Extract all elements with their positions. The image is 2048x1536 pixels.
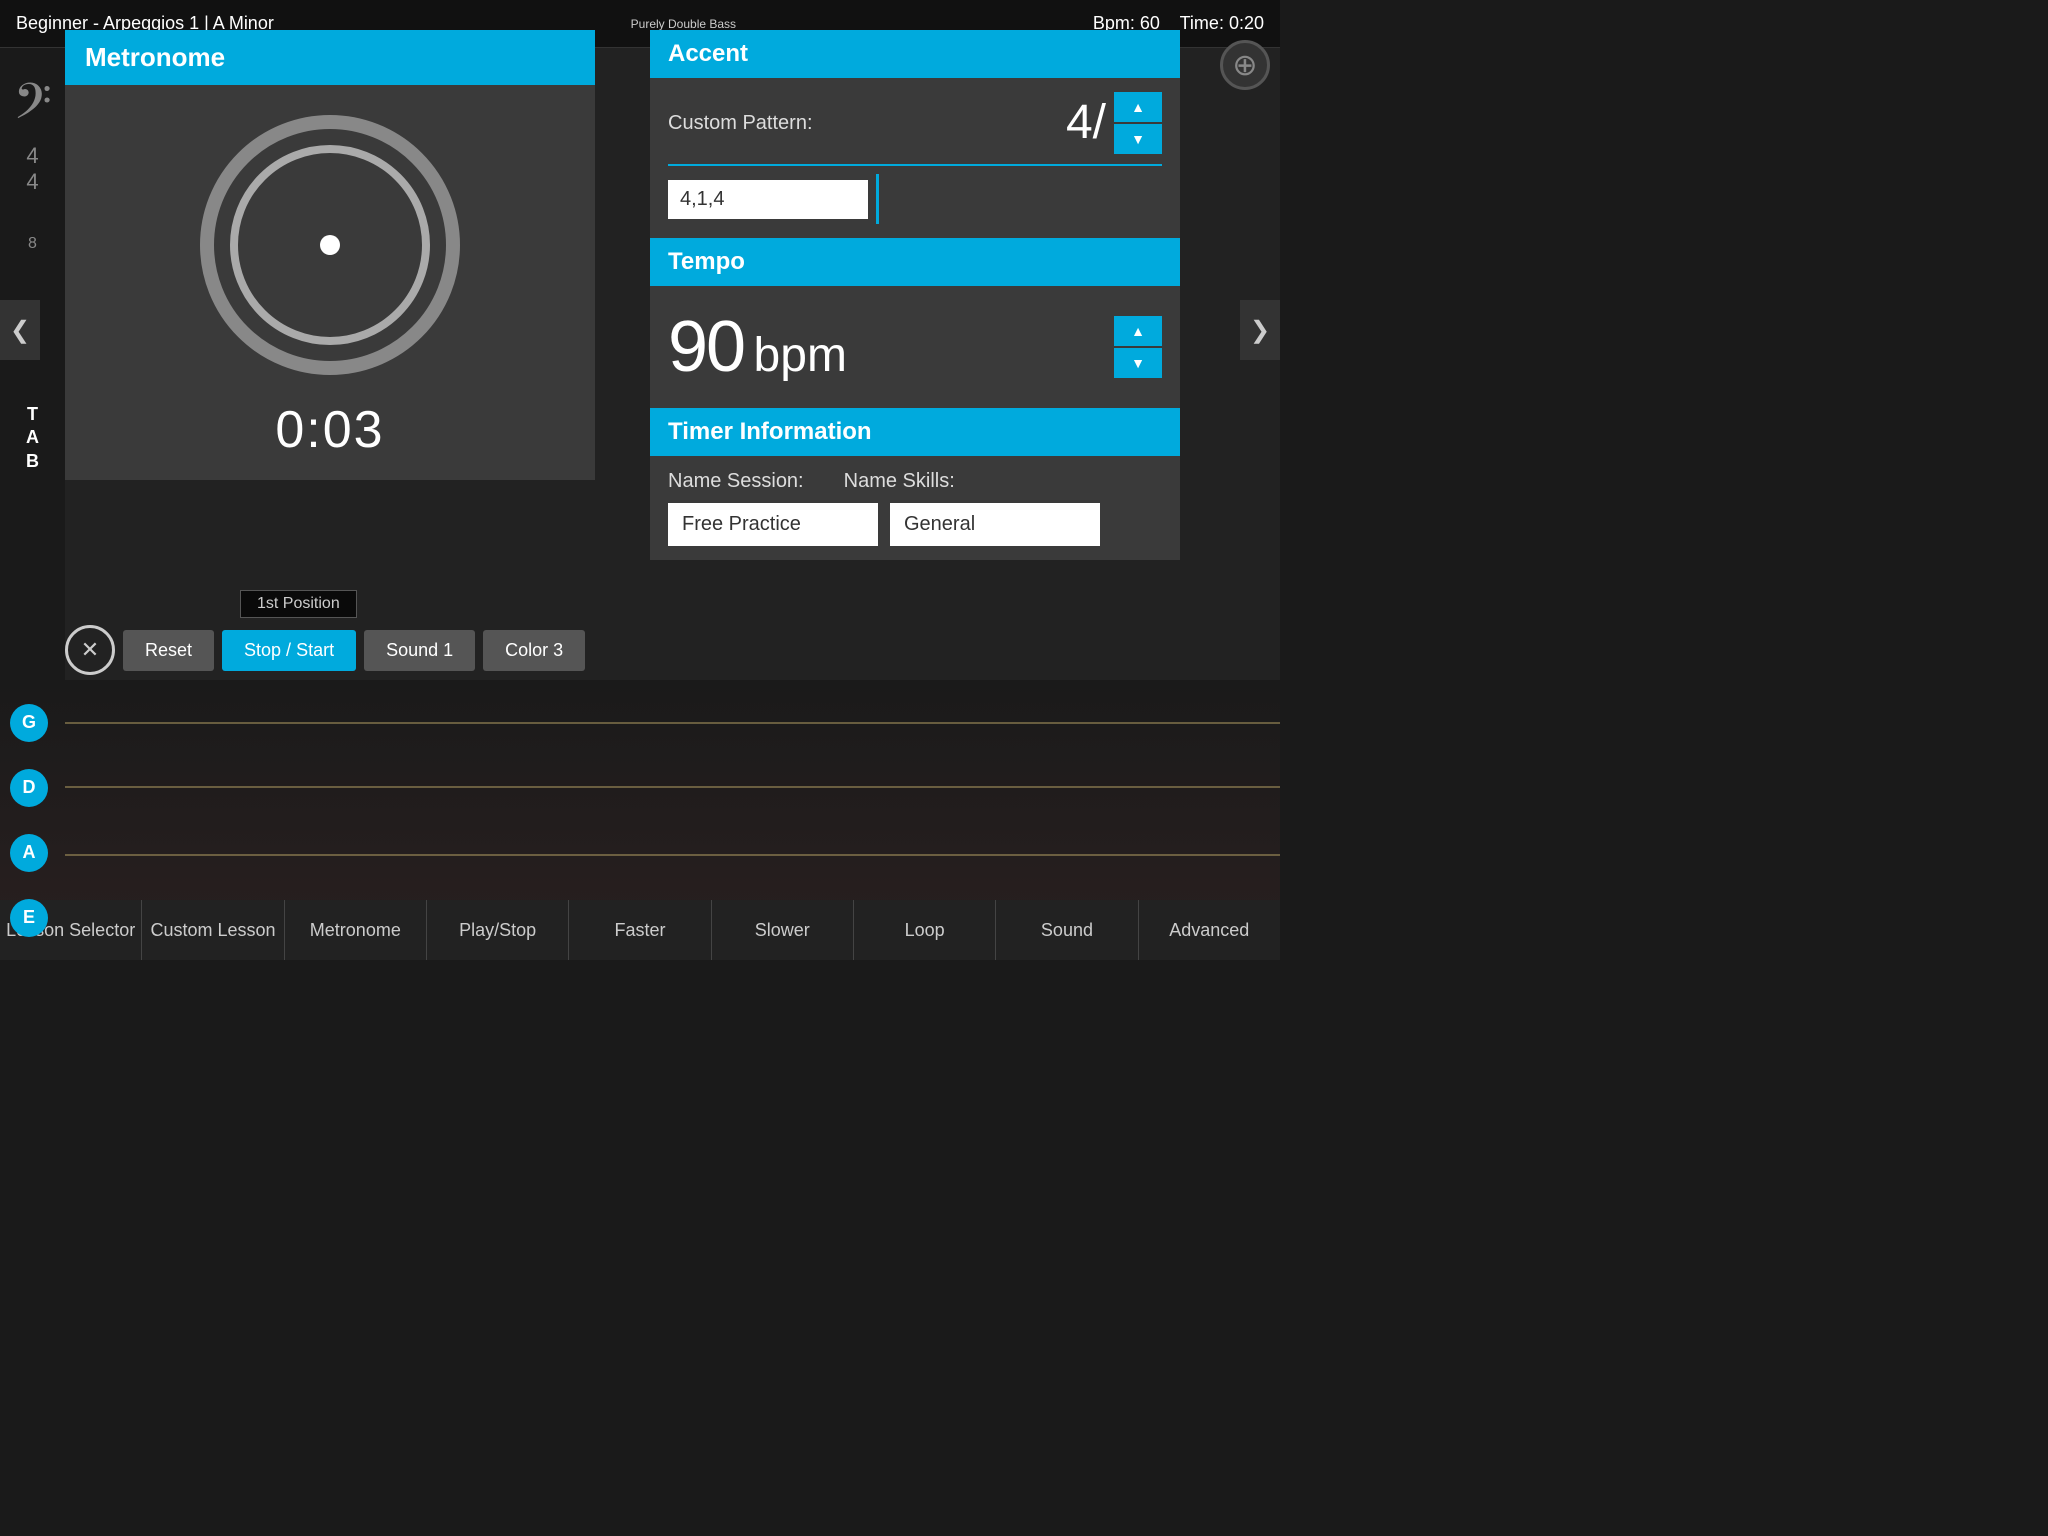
accent-row: Custom Pattern: 4/ ▲ ▼ [668, 92, 1162, 154]
tempo-value-group: 90 bpm [668, 306, 847, 388]
metronome-title: Metronome [85, 42, 225, 72]
tempo-header: Tempo [650, 238, 1180, 286]
nav-left-arrow[interactable]: ❮ [0, 300, 40, 360]
custom-pattern-label: Custom Pattern: [668, 112, 813, 135]
app-logo: Purely Double Bass [631, 17, 736, 31]
toolbar-custom-lesson[interactable]: Custom Lesson [142, 900, 284, 960]
stop-start-button[interactable]: Stop / Start [222, 630, 356, 671]
toolbar-loop[interactable]: Loop [854, 900, 996, 960]
accent-pattern-input[interactable] [668, 180, 868, 219]
string-labels-column: G D A E [0, 680, 65, 960]
tempo-down-button[interactable]: ▼ [1114, 348, 1162, 378]
close-button[interactable]: ✕ [65, 625, 115, 675]
name-skills-label: Name Skills: [844, 470, 955, 493]
toolbar-play-stop[interactable]: Play/Stop [427, 900, 569, 960]
session-name-input[interactable] [668, 503, 878, 546]
tempo-unit: bpm [754, 329, 847, 382]
bottom-toolbar: Lesson Selector Custom Lesson Metronome … [0, 900, 1280, 960]
color-button[interactable]: Color 3 [483, 630, 585, 671]
accent-divider [876, 174, 879, 224]
timer-section: Timer Information Name Session: Name Ski… [650, 408, 1180, 560]
skills-name-input[interactable] [890, 503, 1100, 546]
close-icon: ✕ [81, 637, 99, 663]
sound-button[interactable]: Sound 1 [364, 630, 475, 671]
string-g-label: G [10, 704, 48, 742]
add-button[interactable]: ⊕ [1220, 40, 1270, 90]
metronome-time-display: 0:03 [275, 400, 384, 460]
bass-clef: 𝄢 [13, 78, 52, 138]
position-indicator: 1st Position [240, 590, 357, 618]
left-arrow-icon: ❮ [10, 316, 30, 345]
name-session-label: Name Session: [668, 470, 804, 493]
time-signature: 44 [26, 143, 38, 195]
toolbar-faster[interactable]: Faster [569, 900, 711, 960]
toolbar-slower[interactable]: Slower [712, 900, 854, 960]
metronome-circle [190, 105, 470, 385]
timer-header: Timer Information [650, 408, 1180, 456]
position-text: 1st Position [257, 595, 340, 612]
accent-header: Accent [650, 30, 1180, 78]
time-display: Time: 0:20 [1180, 13, 1264, 33]
tempo-display: 90 bpm ▲ ▼ [650, 286, 1180, 408]
accent-up-button[interactable]: ▲ [1114, 92, 1162, 122]
metronome-header: Metronome [65, 30, 595, 85]
string-a-label: A [10, 834, 48, 872]
accent-title: Accent [668, 40, 748, 67]
main-content: ⊕ Metronome 0:03 Accent Custom Pattern: [0, 48, 1280, 900]
metronome-panel: Metronome 0:03 [65, 30, 595, 480]
accent-content: Custom Pattern: 4/ ▲ ▼ [650, 78, 1180, 238]
fret-number: 8 [28, 235, 37, 253]
string-e-label: E [10, 899, 48, 937]
accent-input-row [668, 164, 1162, 224]
toolbar-advanced[interactable]: Advanced [1139, 900, 1280, 960]
metronome-body: 0:03 [65, 85, 595, 480]
accent-big-value: 4/ [1066, 99, 1106, 147]
toolbar-metronome[interactable]: Metronome [285, 900, 427, 960]
tempo-title: Tempo [668, 248, 745, 275]
control-buttons: ✕ Reset Stop / Start Sound 1 Color 3 [65, 625, 585, 675]
tempo-up-button[interactable]: ▲ [1114, 316, 1162, 346]
nav-right-arrow[interactable]: ❯ [1240, 300, 1280, 360]
tempo-section: Tempo 90 bpm ▲ ▼ [650, 238, 1180, 408]
timer-title: Timer Information [668, 418, 872, 445]
reset-button[interactable]: Reset [123, 630, 214, 671]
right-arrow-icon: ❯ [1250, 316, 1270, 345]
tempo-arrows: ▲ ▼ [1114, 316, 1162, 378]
right-panel: Accent Custom Pattern: 4/ ▲ ▼ [650, 30, 1180, 560]
tab-label: TAB [26, 403, 39, 473]
toolbar-sound[interactable]: Sound [996, 900, 1138, 960]
string-d-label: D [10, 769, 48, 807]
timer-content: Name Session: Name Skills: [650, 456, 1180, 560]
tempo-value: 90 [668, 307, 744, 387]
timer-inputs-row [668, 503, 1162, 546]
metronome-dot [320, 235, 340, 255]
accent-down-button[interactable]: ▼ [1114, 124, 1162, 154]
accent-section: Accent Custom Pattern: 4/ ▲ ▼ [650, 30, 1180, 238]
accent-arrows: ▲ ▼ [1114, 92, 1162, 154]
accent-value-container: 4/ ▲ ▼ [1066, 92, 1162, 154]
timer-labels-row: Name Session: Name Skills: [668, 470, 1162, 493]
